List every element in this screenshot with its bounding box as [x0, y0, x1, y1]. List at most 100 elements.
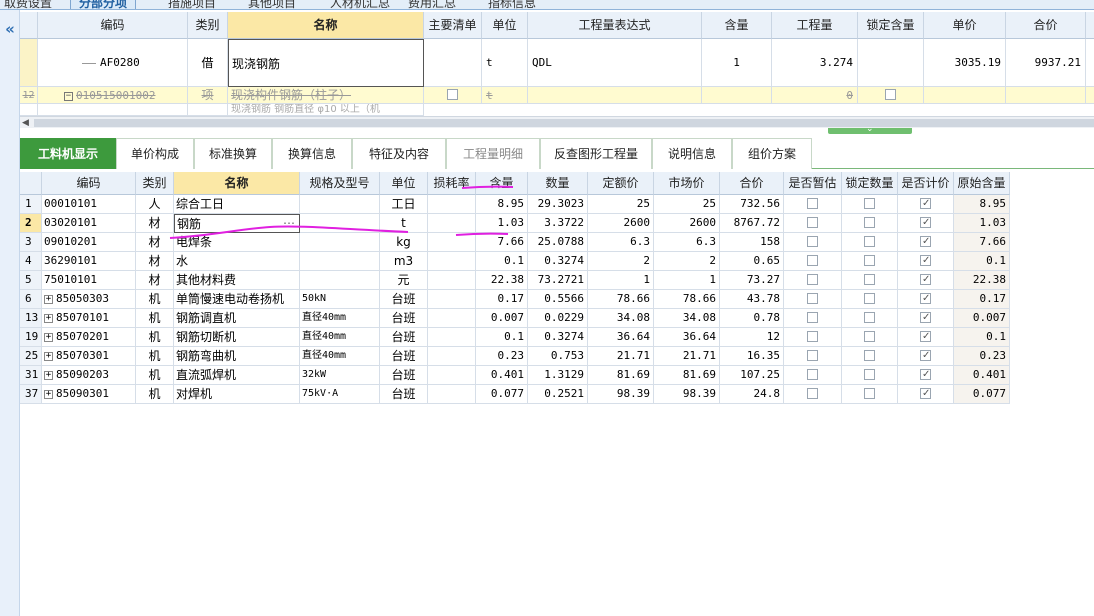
header-quota-price[interactable]: 定额价	[588, 172, 654, 195]
scroll-thumb[interactable]	[34, 119, 1094, 127]
upper-header-total[interactable]: 合价	[1006, 12, 1086, 39]
is-priced-checkbox[interactable]	[920, 347, 931, 365]
cell-is-priced[interactable]	[898, 233, 954, 252]
cell-quota-price[interactable]: 25	[588, 195, 654, 214]
cell-unit[interactable]: 台班	[380, 290, 428, 309]
cell-spec[interactable]: 50kN	[300, 290, 380, 309]
cell-code[interactable]: +85070301	[42, 347, 136, 366]
cell-name[interactable]: 水	[174, 252, 300, 271]
top-tab-other[interactable]: 其他项目	[248, 0, 296, 9]
header-total[interactable]: 合价	[720, 172, 784, 195]
is-priced-checkbox[interactable]	[920, 214, 931, 232]
cell-content[interactable]: 1	[702, 39, 772, 87]
cell-quantity[interactable]: 0.2521	[528, 385, 588, 404]
table-row[interactable]: 575010101材其他材料费元22.3873.27211173.2722.38	[20, 271, 1010, 290]
cell-market-price[interactable]: 2600	[654, 214, 720, 233]
cell-spec[interactable]	[300, 195, 380, 214]
upper-header-main-list[interactable]: 主要清单	[424, 12, 482, 39]
cell-is-estimated[interactable]	[784, 385, 842, 404]
lock-quantity-checkbox[interactable]	[864, 236, 875, 247]
cell-unit[interactable]: kg	[380, 233, 428, 252]
expand-plus-icon[interactable]: +	[44, 389, 53, 399]
upper-header-code[interactable]: 编码	[38, 12, 188, 39]
cell-quota-price[interactable]: 21.71	[588, 347, 654, 366]
cell-name[interactable]: 其他材料费	[174, 271, 300, 290]
cell-type[interactable]: 机	[136, 366, 174, 385]
tab-resource-display[interactable]: 工料机显示	[20, 138, 116, 169]
expand-plus-icon[interactable]: +	[44, 313, 53, 323]
cell-content[interactable]: 8.95	[476, 195, 528, 214]
is-priced-checkbox[interactable]	[920, 366, 931, 384]
cell-is-estimated[interactable]	[784, 347, 842, 366]
cell-is-priced[interactable]	[898, 328, 954, 347]
cell-loss-rate[interactable]	[428, 366, 476, 385]
cell-lock-quantity[interactable]	[842, 385, 898, 404]
top-tab-fee-settings[interactable]: 取费设置	[4, 0, 52, 9]
cell-code[interactable]: 75010101	[42, 271, 136, 290]
cell-spec[interactable]	[300, 233, 380, 252]
cell-spec[interactable]: 32kW	[300, 366, 380, 385]
cell-unit[interactable]: 工日	[380, 195, 428, 214]
cell-name[interactable]: 电焊条	[174, 233, 300, 252]
is-priced-checkbox[interactable]	[920, 309, 931, 327]
header-spec[interactable]: 规格及型号	[300, 172, 380, 195]
is-priced-checkbox[interactable]	[920, 290, 931, 308]
table-row[interactable]: 436290101材水m30.10.3274220.650.1	[20, 252, 1010, 271]
cell-name[interactable]: 单筒慢速电动卷扬机	[174, 290, 300, 309]
main-list-checkbox[interactable]	[447, 89, 458, 100]
cell-content[interactable]: 0.401	[476, 366, 528, 385]
cell-unit[interactable]: 台班	[380, 385, 428, 404]
cell-lock-content[interactable]	[858, 39, 924, 87]
cell-lock-quantity[interactable]	[842, 214, 898, 233]
header-content[interactable]: 含量	[476, 172, 528, 195]
ellipsis-icon[interactable]: …	[283, 215, 295, 229]
cell-name[interactable]: 钢筋调直机	[174, 309, 300, 328]
cell-main-list[interactable]	[424, 87, 482, 104]
table-row[interactable]: 100010101人综合工日工日8.9529.30232525732.568.9…	[20, 195, 1010, 214]
cell-market-price[interactable]: 81.69	[654, 366, 720, 385]
top-tab-fee-summary[interactable]: 费用汇总	[408, 0, 456, 9]
cell-name[interactable]: 对焊机	[174, 385, 300, 404]
upper-header-content[interactable]: 含量	[702, 12, 772, 39]
lock-quantity-checkbox[interactable]	[864, 331, 875, 342]
lock-quantity-checkbox[interactable]	[864, 255, 875, 266]
cell-market-price[interactable]: 36.64	[654, 328, 720, 347]
cell-is-estimated[interactable]	[784, 328, 842, 347]
cell-is-estimated[interactable]	[784, 290, 842, 309]
upper-header-name[interactable]: 名称	[228, 12, 424, 39]
cell-market-price[interactable]: 34.08	[654, 309, 720, 328]
cell-spec[interactable]: 直径40mm	[300, 347, 380, 366]
cell-code[interactable]: 36290101	[42, 252, 136, 271]
cell-content[interactable]: 7.66	[476, 233, 528, 252]
double-chevron-left-icon[interactable]: «	[1, 22, 19, 38]
cell-quantity[interactable]: 0.0229	[528, 309, 588, 328]
cell-spec[interactable]: 直径40mm	[300, 309, 380, 328]
cell-is-priced[interactable]	[898, 214, 954, 233]
expand-plus-icon[interactable]: +	[44, 332, 53, 342]
cell-loss-rate[interactable]	[428, 233, 476, 252]
cell-market-price[interactable]: 21.71	[654, 347, 720, 366]
cell-loss-rate[interactable]	[428, 195, 476, 214]
header-code[interactable]: 编码	[42, 172, 136, 195]
upper-header-quantity[interactable]: 工程量	[772, 12, 858, 39]
cell-quantity[interactable]: 0.3274	[528, 252, 588, 271]
cell-is-priced[interactable]	[898, 252, 954, 271]
header-quantity[interactable]: 数量	[528, 172, 588, 195]
cell-quantity[interactable]: 0.753	[528, 347, 588, 366]
cell-quota-price[interactable]: 1	[588, 271, 654, 290]
header-is-estimated[interactable]: 是否暂估	[784, 172, 842, 195]
cell-name[interactable]: 钢筋…	[174, 214, 300, 233]
cell-market-price[interactable]: 6.3	[654, 233, 720, 252]
cell-market-price[interactable]: 98.39	[654, 385, 720, 404]
cell-unit[interactable]: t	[380, 214, 428, 233]
is-estimated-checkbox[interactable]	[807, 350, 818, 361]
cell-code[interactable]: +85090301	[42, 385, 136, 404]
cell-is-priced[interactable]	[898, 366, 954, 385]
cell-content[interactable]: 0.007	[476, 309, 528, 328]
cell-quota-price[interactable]: 36.64	[588, 328, 654, 347]
cell-type[interactable]: 机	[136, 347, 174, 366]
cell-type[interactable]: 机	[136, 328, 174, 347]
cell-content[interactable]: 1.03	[476, 214, 528, 233]
cell-quota-price[interactable]: 6.3	[588, 233, 654, 252]
cell-content[interactable]: 22.38	[476, 271, 528, 290]
